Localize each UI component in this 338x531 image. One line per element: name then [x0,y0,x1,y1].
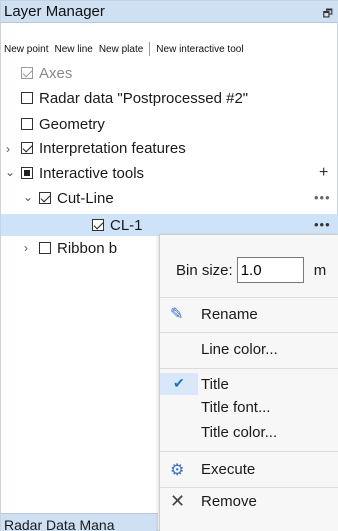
tree-item-interactive-tools[interactable]: Interactive tools [21,162,144,184]
bin-size-input[interactable] [236,257,304,283]
execute-menu-item[interactable]: Execute [201,461,255,478]
bin-size-label: Bin size: [176,261,233,279]
tree-item-cut-line[interactable]: Cut-Line [39,187,114,209]
panel-title: Layer Manager [4,3,105,20]
tab-radar-data-manager[interactable]: Radar Data Mana [1,513,158,531]
menu-divider [160,487,338,488]
chevron-down-icon[interactable]: ⌄ [23,190,33,204]
title-font-menu-item[interactable]: Title font... [201,399,270,416]
title-menu-item[interactable]: Title [201,376,229,393]
bin-size-unit: m [313,261,327,279]
tree-item-radar-data[interactable]: Radar data "Postprocessed #2" [21,87,248,109]
rename-icon: ✎ [170,306,184,323]
tree-item-geometry[interactable]: Geometry [21,113,105,135]
menu-divider [160,297,338,298]
more-options-icon[interactable]: ••• [314,217,331,232]
panel-titlebar[interactable]: Layer Manager 🗗 [1,1,338,23]
menu-divider [160,368,338,369]
axes-checkbox[interactable] [21,67,33,79]
bin-size-row: Bin size: m [176,257,326,283]
tree-item-axes[interactable]: Axes [21,62,72,84]
tree-item-cl-1[interactable]: CL-1 [92,214,143,236]
new-interactive-tool-button[interactable]: New interactive tool [153,44,246,55]
remove-menu-item[interactable]: Remove [201,493,257,510]
menu-divider [160,332,338,333]
tree-item-ribbon[interactable]: Ribbon b [39,237,117,259]
cl-1-checkbox[interactable] [92,219,104,231]
geometry-checkbox[interactable] [21,118,33,130]
chevron-down-icon[interactable]: ⌄ [5,165,15,179]
tree-item-interpretation-features[interactable]: Interpretation features [21,137,186,159]
menu-divider [160,451,338,452]
selected-row-highlight [1,214,338,236]
tree-item-label: Axes [39,64,73,82]
interactive-tools-checkbox[interactable] [21,167,33,179]
pin-icon[interactable]: 🗗 [323,5,333,24]
context-menu: Bin size: m ✎ Rename Line color... ✔ Tit… [159,234,338,531]
tree-item-label: Cut-Line [57,189,114,207]
tree-item-label: Interactive tools [39,164,145,182]
tree-item-label: Radar data "Postprocessed #2" [39,89,249,107]
toolbar-separator [149,42,151,56]
tree-item-label: Interpretation features [39,139,186,157]
rename-menu-item[interactable]: Rename [201,306,258,323]
toolbar: New point New line New plate New interac… [1,39,338,59]
tree-item-label: Ribbon b [57,239,118,257]
ribbon-checkbox[interactable] [39,242,51,254]
checkmark-icon: ✔ [173,375,185,391]
chevron-right-icon[interactable]: › [6,142,10,156]
chevron-right-icon[interactable]: › [24,241,28,255]
line-color-menu-item[interactable]: Line color... [201,341,278,358]
more-options-icon[interactable]: ••• [314,190,331,205]
execute-icon: ⚙ [170,462,185,479]
radar-data-checkbox[interactable] [21,92,33,104]
new-line-button[interactable]: New line [51,44,95,55]
interpretation-features-checkbox[interactable] [21,142,33,154]
tree-item-label: Geometry [39,115,105,133]
new-point-button[interactable]: New point [1,44,51,55]
tree-item-label: CL-1 [110,216,143,234]
add-tool-icon[interactable]: + [319,164,328,182]
cut-line-checkbox[interactable] [39,192,51,204]
close-icon: ✕ [170,491,186,511]
new-plate-button[interactable]: New plate [96,44,146,55]
title-color-menu-item[interactable]: Title color... [201,424,277,441]
layer-manager-panel: Layer Manager 🗗 New point New line New p… [0,0,338,531]
